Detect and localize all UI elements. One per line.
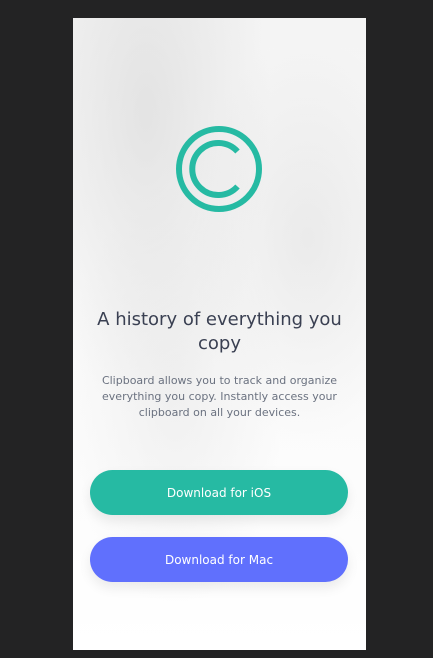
download-ios-label: Download for iOS <box>166 485 272 500</box>
download-mac-label: Download for Mac <box>164 552 274 567</box>
copyright-icon <box>176 126 262 212</box>
page-title: A history of everything you copy <box>97 309 342 354</box>
landing-card: A history of everything you copy Clipboa… <box>73 18 366 650</box>
download-ios-button[interactable]: Download for iOS <box>90 470 348 515</box>
page: A history of everything you copy Clipboa… <box>0 0 433 658</box>
description-text: Clipboard allows you to track and organi… <box>101 374 338 419</box>
download-mac-button[interactable]: Download for Mac <box>90 537 348 582</box>
